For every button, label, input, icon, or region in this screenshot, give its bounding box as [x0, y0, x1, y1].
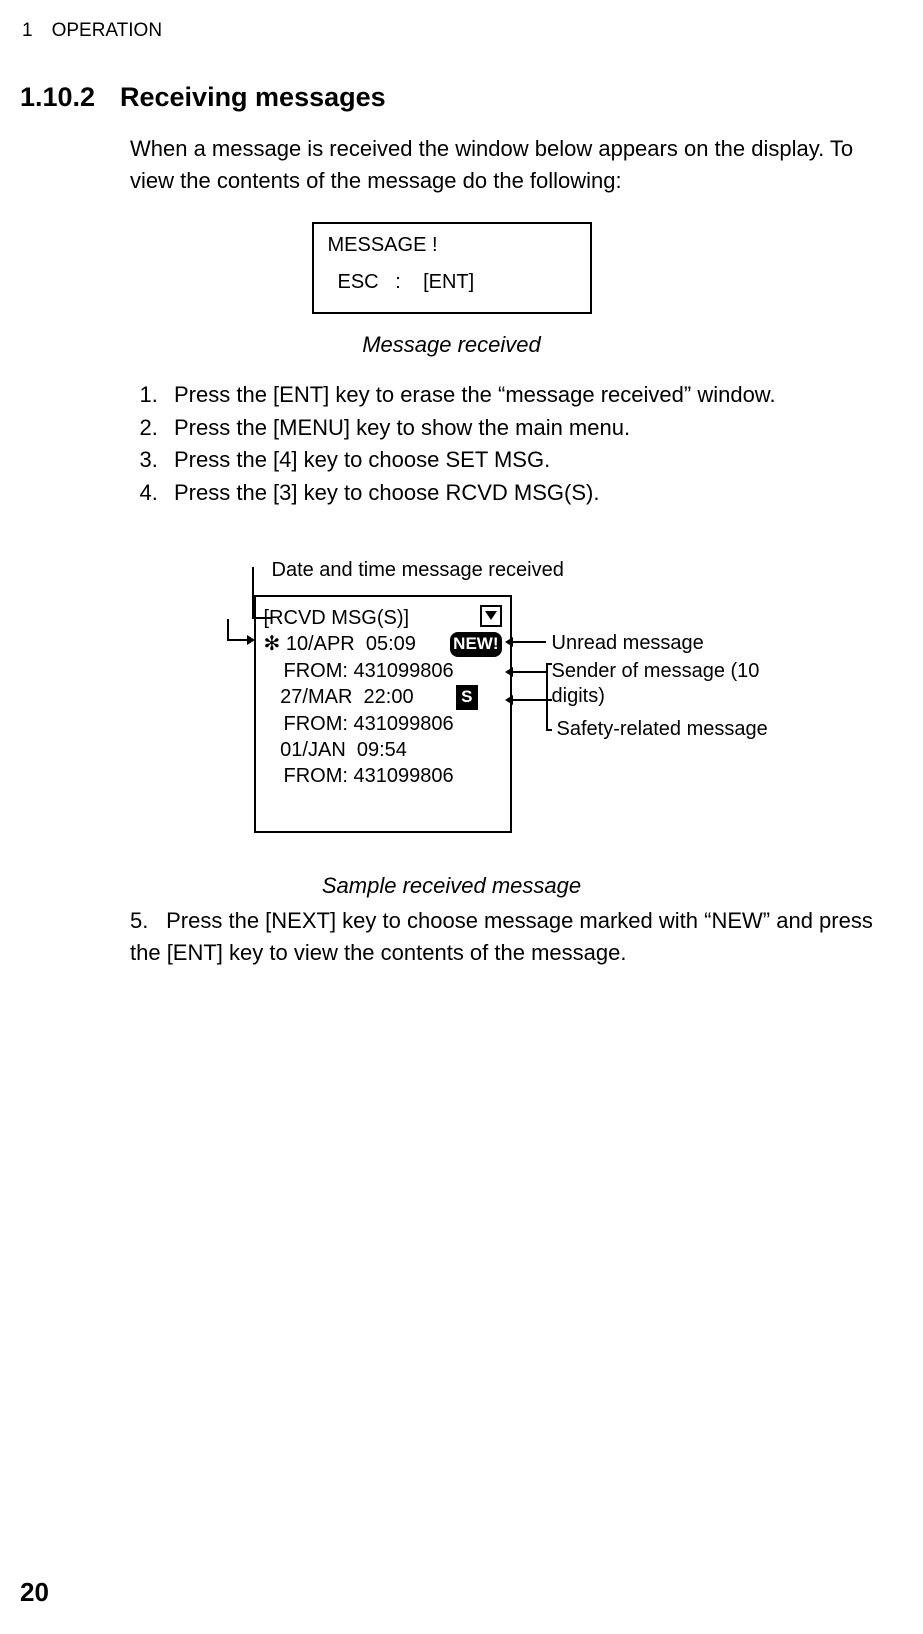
section-heading: 1.10.2 Receiving messages [20, 82, 883, 113]
rcvd-title-row: [RCVD MSG(S)] [264, 605, 502, 631]
connector-line [546, 729, 552, 731]
chapter-header: 1 OPERATION [22, 20, 883, 42]
msg-entry-2: 27/MAR 22:00 S FROM: 431099806 [264, 684, 502, 737]
step-2: Press the [MENU] key to show the main me… [164, 413, 883, 444]
msg-entry-3-from: FROM: 431099806 [264, 763, 502, 789]
step-5-text: Press the [NEXT] key to choose message m… [130, 908, 873, 965]
annotation-safety: Safety-related message [557, 717, 768, 742]
rcvd-diagram: Date and time message received [RCVD MSG… [112, 559, 792, 869]
scroll-down-icon [480, 605, 502, 627]
arrow-left-icon [505, 637, 513, 647]
msg-entry-1: ✻ 10/APR 05:09 NEW! FROM: 431099806 [264, 631, 502, 684]
figure2-caption: Sample received message [20, 873, 883, 899]
msg-box-line2: ESC : [ENT] [328, 271, 576, 294]
new-badge: NEW! [450, 632, 501, 656]
safety-badge: S [456, 685, 477, 709]
steps-list: Press the [ENT] key to erase the “messag… [130, 380, 883, 509]
step-5-number: 5. [130, 905, 160, 937]
section-title: Receiving messages [120, 82, 386, 113]
intro-paragraph: When a message is received the window be… [130, 133, 883, 197]
msg-entry-2-from: FROM: 431099806 [264, 711, 502, 737]
step-4: Press the [3] key to choose RCVD MSG(S). [164, 478, 883, 509]
annotation-unread: Unread message [552, 631, 704, 656]
connector-line [512, 671, 546, 673]
msg-box-line1: MESSAGE ! [328, 234, 576, 257]
step-5: 5. Press the [NEXT] key to choose messag… [130, 905, 883, 969]
step-3: Press the [4] key to choose SET MSG. [164, 445, 883, 476]
arrow-left-icon [505, 667, 513, 677]
message-received-box: MESSAGE ! ESC : [ENT] [312, 222, 592, 314]
connector-line [512, 699, 546, 701]
arrow-left-icon [505, 695, 513, 705]
msg-entry-3: 01/JAN 09:54 FROM: 431099806 [264, 737, 502, 790]
step-1: Press the [ENT] key to erase the “messag… [164, 380, 883, 411]
page-number: 20 [20, 1577, 49, 1608]
msg-entry-1-from: FROM: 431099806 [264, 658, 502, 684]
connector-line [512, 641, 546, 643]
diagram-top-label: Date and time message received [272, 559, 564, 582]
section-number: 1.10.2 [20, 82, 120, 113]
connector-line [546, 663, 548, 731]
msg-entry-3-line1: 01/JAN 09:54 [264, 737, 502, 763]
connector-line [227, 619, 229, 641]
rcvd-msg-box: [RCVD MSG(S)] ✻ 10/APR 05:09 NEW! FROM: … [254, 595, 512, 833]
annotation-sender: Sender of message (10 digits) [552, 659, 792, 709]
rcvd-title: [RCVD MSG(S)] [264, 607, 410, 629]
figure1-caption: Message received [20, 332, 883, 358]
